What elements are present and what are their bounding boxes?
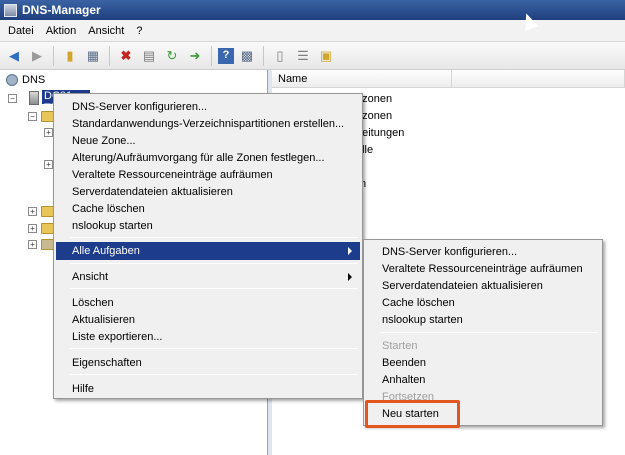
menu-item-all-tasks-label: Alle Aufgaben — [72, 245, 140, 257]
list-header: Name — [272, 70, 625, 88]
menu-item-create-partitions[interactable]: Standardanwendungs-Verzeichnispartitione… — [56, 115, 360, 132]
server-icon — [29, 91, 39, 105]
server-icon[interactable]: ▯ — [270, 46, 290, 66]
menu-item-new-zone[interactable]: Neue Zone... — [56, 132, 360, 149]
submenu-item-scavenge-records[interactable]: Veraltete Ressourceneinträge aufräumen — [366, 260, 600, 277]
tree-item-dns[interactable]: DNS — [6, 72, 45, 88]
tree-item-logs[interactable]: + — [28, 236, 55, 252]
toolbar-separator — [53, 45, 54, 66]
menu-item-update-data-files[interactable]: Serverdatendateien aktualisieren — [56, 183, 360, 200]
submenu-item-nslookup[interactable]: nslookup starten — [366, 311, 600, 328]
up-folder-icon[interactable]: ▮ — [60, 46, 80, 66]
menu-separator — [380, 332, 598, 333]
expand-icon[interactable]: + — [28, 206, 37, 216]
restart-callout-outline — [365, 400, 460, 428]
expand-icon[interactable]: + — [44, 127, 53, 137]
submenu-item-update-data-files[interactable]: Serverdatendateien aktualisieren — [366, 277, 600, 294]
tree-item-folder[interactable]: + — [28, 203, 55, 219]
delete-icon[interactable]: ✖ — [116, 46, 136, 66]
column-name[interactable]: Name — [272, 70, 452, 88]
tree-item-folder[interactable]: + — [28, 220, 55, 236]
column-name-label: Name — [278, 73, 308, 85]
folder-icon[interactable]: ▣ — [316, 46, 336, 66]
toolbar-separator — [263, 45, 264, 66]
menu-item-nslookup[interactable]: nslookup starten — [56, 217, 360, 234]
menu-item-aging-scavenging[interactable]: Alterung/Aufräumvorgang für alle Zonen f… — [56, 149, 360, 166]
list-icon[interactable]: ☰ — [293, 46, 313, 66]
submenu-item-stop[interactable]: Beenden — [366, 354, 600, 371]
help-icon[interactable]: ? — [218, 47, 234, 64]
menu-help[interactable]: ? — [130, 25, 148, 37]
menu-item-properties[interactable]: Eigenschaften — [56, 354, 360, 371]
submenu-item-pause[interactable]: Anhalten — [366, 371, 600, 388]
expand-icon[interactable]: + — [28, 239, 37, 249]
collapse-icon[interactable]: − — [28, 111, 37, 121]
tree-item-subzone[interactable]: + — [44, 156, 53, 172]
menu-ansicht[interactable]: Ansicht — [82, 25, 130, 37]
submenu-arrow-icon — [348, 247, 352, 255]
tree-label-dns: DNS — [22, 74, 46, 86]
properties-icon[interactable]: ▤ — [139, 46, 159, 66]
menu-aktion[interactable]: Aktion — [40, 25, 83, 37]
menu-item-all-tasks[interactable]: Alle Aufgaben — [56, 242, 360, 260]
menu-item-refresh[interactable]: Aktualisieren — [56, 311, 360, 328]
back-arrow-icon[interactable]: ◀ — [4, 46, 24, 66]
tree-item-server[interactable]: − — [8, 90, 39, 106]
submenu-item-clear-cache[interactable]: Cache löschen — [366, 294, 600, 311]
menu-item-scavenge-records[interactable]: Veraltete Ressourceneinträge aufräumen — [56, 166, 360, 183]
menu-datei[interactable]: Datei — [2, 25, 40, 37]
refresh-icon[interactable]: ↻ — [162, 46, 182, 66]
toolbar-separator — [211, 45, 212, 66]
window-title: DNS-Manager — [22, 3, 101, 17]
forward-arrow-icon[interactable]: ▶ — [27, 46, 47, 66]
menu-item-clear-cache[interactable]: Cache löschen — [56, 200, 360, 217]
tree-item-zone[interactable]: − — [28, 108, 55, 124]
collapse-icon[interactable]: − — [8, 93, 17, 103]
menu-separator — [70, 237, 358, 238]
menu-separator — [70, 288, 358, 289]
menu-item-help[interactable]: Hilfe — [56, 380, 360, 397]
menu-item-view-label: Ansicht — [72, 270, 109, 283]
toolbar-separator — [109, 45, 110, 66]
console-icon[interactable]: ▩ — [237, 46, 257, 66]
submenu-item-configure-dns[interactable]: DNS-Server konfigurieren... — [366, 243, 600, 260]
all-tasks-submenu: DNS-Server konfigurieren... Veraltete Re… — [363, 239, 603, 426]
export-icon[interactable]: ➜ — [185, 46, 205, 66]
dns-icon — [6, 74, 18, 86]
submenu-item-start: Starten — [382, 339, 418, 352]
expand-icon[interactable]: + — [28, 223, 37, 233]
menu-item-delete[interactable]: Löschen — [56, 294, 360, 311]
menu-item-export-list[interactable]: Liste exportieren... — [56, 328, 360, 345]
menu-item-view[interactable]: Ansicht — [56, 268, 360, 285]
tree-item-subzone[interactable]: + — [44, 124, 53, 140]
expand-icon[interactable]: + — [44, 159, 53, 169]
toolbar: ◀ ▶ ▮ ▦ ✖ ▤ ↻ ➜ ? ▩ ▯ ☰ ▣ — [0, 42, 625, 70]
menu-separator — [70, 263, 358, 264]
context-menu: DNS-Server konfigurieren... Standardanwe… — [53, 93, 363, 399]
show-hide-tree-icon[interactable]: ▦ — [83, 46, 103, 66]
menu-item-configure-dns[interactable]: DNS-Server konfigurieren... — [56, 98, 360, 115]
column-empty[interactable] — [452, 70, 625, 88]
menu-separator — [70, 348, 358, 349]
submenu-arrow-icon — [348, 273, 352, 281]
menu-separator — [70, 374, 358, 375]
dns-manager-app-icon — [4, 3, 17, 17]
